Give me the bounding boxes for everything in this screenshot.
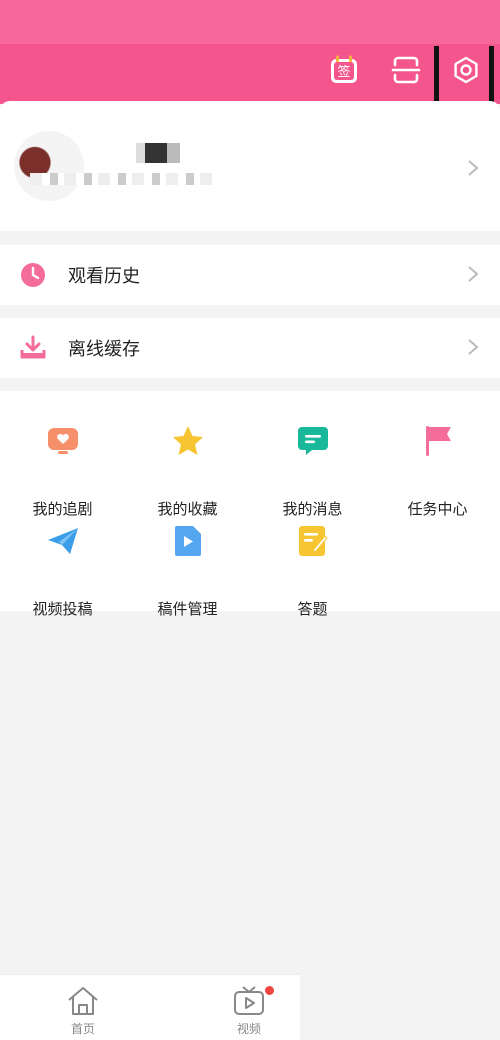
tab-home[interactable]: 首页 (8, 975, 158, 1040)
scan-button[interactable] (388, 52, 424, 88)
grid-item-manuscript-manage[interactable]: 稿件管理 (125, 524, 250, 618)
grid-item-task-center[interactable]: 任务中心 (375, 424, 500, 518)
watch-history-label: 观看历史 (68, 266, 140, 287)
username-redacted (136, 143, 180, 163)
scan-icon (391, 56, 421, 84)
download-icon (20, 335, 46, 359)
chevron-right-icon (466, 339, 480, 355)
grid-item-label: 我的追剧 (32, 500, 93, 518)
chevron-right-icon (466, 266, 480, 282)
grid-item-my-favorites[interactable]: 我的收藏 (125, 424, 250, 518)
chevron-right-icon (466, 160, 480, 176)
checkin-button[interactable]: 签 (326, 52, 362, 88)
status-bar-area (0, 0, 500, 44)
notification-dot (265, 986, 274, 995)
checkin-calendar-icon: 签 (331, 55, 357, 83)
tv-heart-icon (48, 428, 78, 454)
top-header: 签 (0, 0, 500, 104)
offline-cache-row[interactable]: 离线缓存 (0, 318, 500, 378)
home-icon (68, 987, 98, 1015)
feature-grid: 我的追剧 我的收藏 我的消息 任务中心 视频投稿 稿件管理 答题 (0, 391, 500, 618)
video-file-icon (175, 526, 201, 556)
user-info-redacted (30, 173, 220, 185)
tv-play-icon (234, 986, 264, 1015)
star-icon (173, 426, 203, 455)
grid-item-quiz[interactable]: 答题 (250, 524, 375, 618)
flag-icon (426, 426, 451, 456)
checkin-glyph: 签 (337, 64, 350, 80)
tab-video[interactable]: 视频 (174, 975, 324, 1040)
grid-item-label: 任务中心 (407, 500, 468, 518)
grid-item-my-messages[interactable]: 我的消息 (250, 424, 375, 518)
grid-item-label: 我的收藏 (157, 500, 218, 518)
note-pencil-icon (299, 526, 328, 556)
bottom-tab-bar: 首页 视频 (0, 974, 300, 1040)
clock-icon (21, 263, 45, 287)
paper-plane-icon (48, 528, 78, 554)
grid-item-my-dramas[interactable]: 我的追剧 (0, 424, 125, 518)
grid-item-label: 答题 (297, 600, 328, 618)
tab-label: 首页 (70, 1022, 95, 1036)
grid-item-label: 视频投稿 (32, 600, 93, 618)
profile-card[interactable] (0, 101, 500, 231)
message-icon (298, 427, 328, 455)
watch-history-row[interactable]: 观看历史 (0, 245, 500, 305)
grid-item-video-upload[interactable]: 视频投稿 (0, 524, 125, 618)
tab-label: 视频 (236, 1022, 261, 1036)
offline-cache-label: 离线缓存 (68, 339, 140, 360)
avatar[interactable] (14, 131, 84, 201)
grid-item-label: 我的消息 (282, 500, 343, 518)
grid-item-label: 稿件管理 (157, 600, 218, 618)
